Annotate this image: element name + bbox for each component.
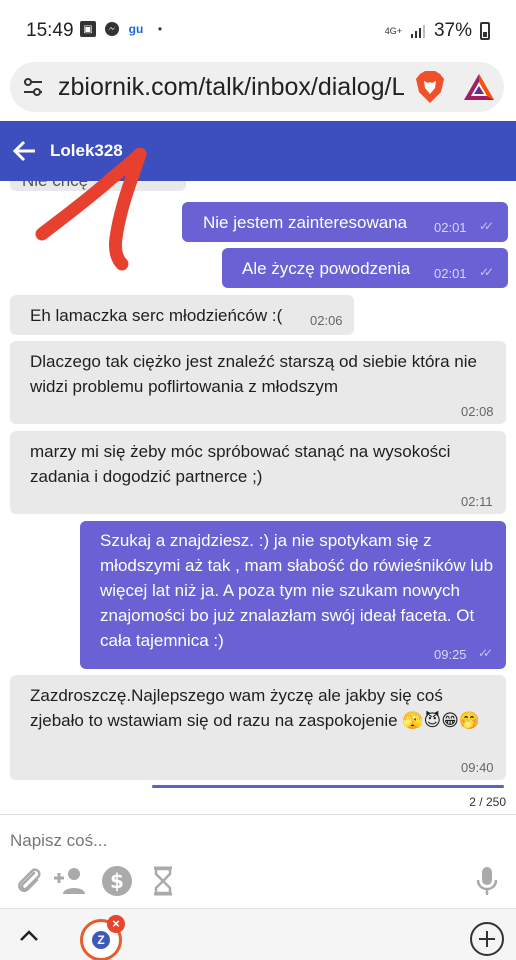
contact-name[interactable]: Lolek328 xyxy=(50,141,123,161)
signal-icon xyxy=(410,25,425,38)
tune-icon[interactable] xyxy=(22,76,44,98)
message-time: 02:06 xyxy=(310,313,343,328)
status-right: 4G+ 37% xyxy=(385,20,490,42)
read-ticks-icon: ✓✓ xyxy=(479,265,494,279)
compose-divider xyxy=(0,814,516,815)
hourglass-icon[interactable] xyxy=(146,864,180,898)
message-text: Nie jestem zainteresowana xyxy=(203,213,408,232)
message-time: 02:01 xyxy=(434,220,467,235)
read-ticks-icon: ✓✓ xyxy=(479,219,494,233)
message-time: 09:25 xyxy=(434,647,467,662)
notification-icons: ▣ gu • xyxy=(80,21,168,37)
message-time: 02:08 xyxy=(461,404,494,419)
brave-lion-icon[interactable] xyxy=(414,70,446,104)
message-bubble-outgoing[interactable]: Nie jestem zainteresowana 02:01 ✓✓ xyxy=(182,202,508,242)
svg-text:$: $ xyxy=(110,869,124,893)
chevron-up-icon[interactable] xyxy=(18,925,40,947)
partial-message-text: Nie chcę ;) xyxy=(22,181,103,191)
new-tab-plus-icon[interactable] xyxy=(470,922,504,956)
scroll-indicator xyxy=(152,785,504,788)
message-text: marzy mi się żeby móc spróbować stanąć n… xyxy=(30,442,451,486)
network-label: 4G+ xyxy=(384,25,402,36)
message-bubble-incoming[interactable]: Dlaczego tak ciężko jest znaleźć starszą… xyxy=(10,341,506,424)
message-text: Eh lamaczka serc młodzieńców :( xyxy=(30,306,283,325)
add-person-icon[interactable] xyxy=(52,864,86,898)
message-text: Szukaj a znajdziesz. :) ja nie spotykam … xyxy=(100,531,494,650)
message-time: 02:01 xyxy=(434,266,467,281)
battery-icon xyxy=(480,22,490,40)
dollar-icon[interactable]: $ xyxy=(100,864,134,898)
chat-header: Lolek328 xyxy=(0,121,516,181)
chat-messages[interactable]: Nie chcę ;) Nie jestem zainteresowana 02… xyxy=(0,181,516,791)
messenger-icon xyxy=(104,21,120,37)
browser-bottom-bar: Z xyxy=(0,908,516,960)
close-tab-badge[interactable]: × xyxy=(107,915,125,933)
read-ticks-icon: ✓✓ xyxy=(478,646,493,660)
site-favicon: Z xyxy=(92,931,110,949)
url-text[interactable]: zbiornik.com/talk/inbox/dialog/Lolek328 xyxy=(58,73,404,102)
message-time: 09:40 xyxy=(461,760,494,775)
message-text: Dlaczego tak ciężko jest znaleźć starszą… xyxy=(30,352,477,396)
status-time: 15:49 xyxy=(26,20,74,41)
battery-percent: 37% xyxy=(433,20,472,41)
message-bubble-outgoing[interactable]: Szukaj a znajdziesz. :) ja nie spotykam … xyxy=(80,521,506,669)
message-text: Ale życzę powodzenia xyxy=(242,259,411,278)
message-text: Zazdroszczę.Najlepszego wam życzę ale ja… xyxy=(30,686,481,730)
url-bar[interactable]: zbiornik.com/talk/inbox/dialog/Lolek328 xyxy=(10,62,504,112)
back-arrow-icon[interactable] xyxy=(12,138,38,164)
status-bar: 15:49 ▣ gu • 4G+ 37% xyxy=(0,0,516,58)
message-bubble-incoming[interactable]: Eh lamaczka serc młodzieńców :( 02:06 xyxy=(10,295,354,335)
attachment-icon[interactable] xyxy=(12,864,46,898)
photo-icon: ▣ xyxy=(80,21,96,37)
message-input[interactable] xyxy=(0,822,516,860)
message-bubble-incoming[interactable]: Zazdroszczę.Najlepszego wam życzę ale ja… xyxy=(10,675,506,780)
message-time: 02:11 xyxy=(461,494,493,509)
app-icon: gu xyxy=(128,22,144,36)
message-bubble-incoming[interactable]: marzy mi się żeby móc spróbować stanąć n… xyxy=(10,431,506,514)
message-bubble-outgoing[interactable]: Ale życzę powodzenia 02:01 ✓✓ xyxy=(222,248,508,288)
dot-icon: • xyxy=(157,22,163,36)
bat-triangle-icon[interactable] xyxy=(462,72,496,102)
page-counter: 2 / 250 xyxy=(469,795,506,809)
microphone-icon[interactable] xyxy=(470,864,504,898)
